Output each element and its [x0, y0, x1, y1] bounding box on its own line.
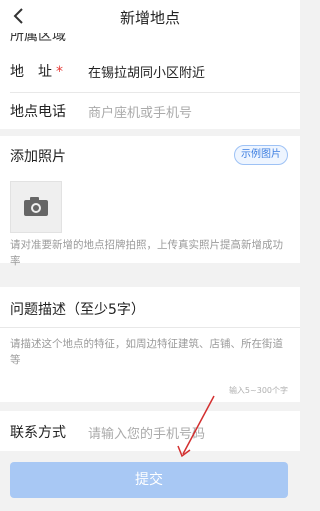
address-row[interactable]: 地 址 * 在锡拉胡同小区附近 — [0, 45, 300, 93]
description-input[interactable]: 请描述这个地点的特征，如周边特征建筑、店铺、所在街道等 — [10, 336, 290, 368]
phone-row[interactable]: 地点电话 商户座机或手机号 — [0, 93, 300, 129]
page-title: 新增地点 — [119, 9, 180, 27]
address-value[interactable]: 在锡拉胡同小区附近 — [88, 62, 205, 81]
sample-image-button[interactable]: 示例图片 — [234, 145, 288, 165]
nav-bar: 新增地点 — [0, 0, 300, 34]
description-label: 问题描述（至少5字） — [10, 302, 145, 318]
phone-label: 地点电话 — [10, 104, 66, 120]
required-mark: * — [56, 64, 63, 80]
contact-row[interactable]: 联系方式 请输入您的手机号码 — [0, 411, 300, 451]
camera-icon — [24, 197, 48, 216]
char-counter: 输入5~300个字 — [228, 386, 288, 395]
phone-input[interactable]: 商户座机或手机号 — [88, 102, 192, 121]
contact-label: 联系方式 — [10, 425, 66, 441]
region-label: 所属区域 — [10, 33, 66, 44]
photo-hint: 请对准要新增的地点招牌拍照，上传真实照片提高新增成功率 — [10, 239, 283, 267]
camera-upload-button[interactable] — [10, 181, 62, 233]
region-row-partial[interactable]: 所属区域 — [0, 33, 300, 45]
divider — [0, 327, 300, 328]
address-label: 地 址 * — [10, 64, 63, 80]
photo-label: 添加照片 — [10, 149, 66, 165]
submit-button[interactable]: 提交 — [10, 462, 288, 498]
contact-input[interactable]: 请输入您的手机号码 — [88, 423, 205, 442]
